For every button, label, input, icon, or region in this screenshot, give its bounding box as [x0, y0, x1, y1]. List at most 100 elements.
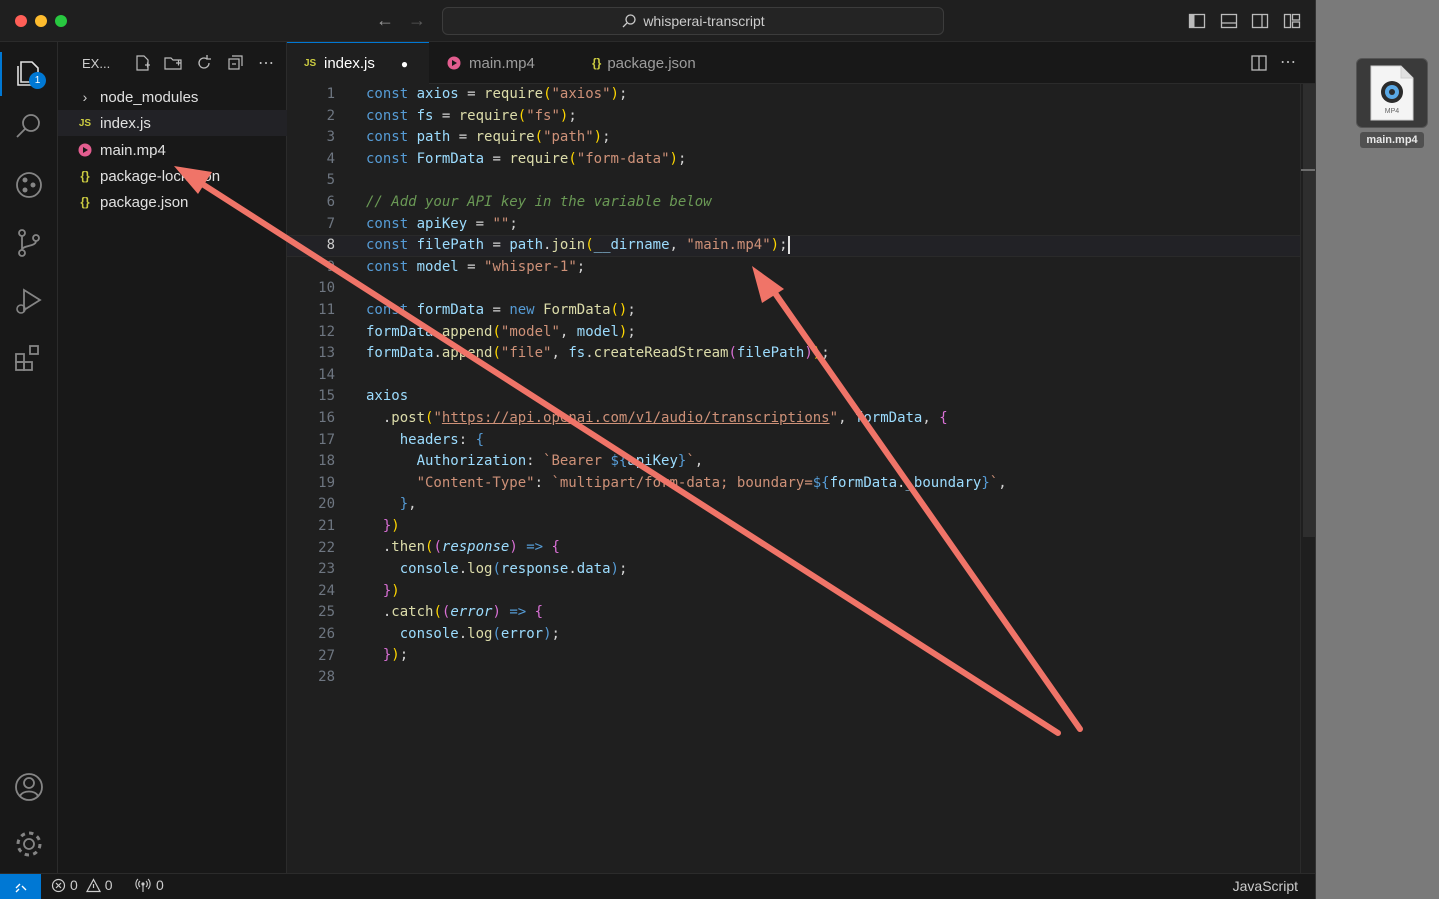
more-actions-icon[interactable]: ⋯	[258, 53, 275, 73]
line-number: 22	[318, 539, 335, 556]
collapse-all-icon[interactable]	[225, 53, 245, 73]
scrollbar-thumb[interactable]	[1303, 84, 1315, 537]
tab-label: index.js	[324, 55, 375, 72]
tree-item-package-json[interactable]: {} package.json	[58, 189, 287, 215]
modified-dot-icon[interactable]: ●	[401, 57, 408, 71]
tree-item-package-lock-json[interactable]: {} package-lock.json	[58, 163, 287, 189]
new-folder-icon[interactable]	[163, 53, 183, 73]
explorer-title: EX...	[82, 55, 111, 71]
search-icon	[622, 14, 636, 28]
line-number: 13	[318, 345, 335, 362]
line-number: 1	[326, 86, 335, 102]
code-lines[interactable]: const axios = require("axios"); const fs…	[366, 84, 1007, 667]
more-actions-icon[interactable]: ⋯	[1280, 52, 1296, 72]
search-icon[interactable]	[12, 110, 46, 144]
line-number: 28	[318, 669, 335, 686]
line-number: 21	[318, 518, 335, 534]
video-file-icon	[74, 143, 96, 157]
line-number: 2	[326, 107, 335, 124]
line-number: 25	[318, 604, 335, 621]
broadcast-icon	[135, 878, 151, 892]
error-icon	[51, 878, 66, 892]
chevron-right-icon: ›	[82, 89, 88, 105]
new-file-icon[interactable]	[132, 53, 152, 73]
settings-gear-icon[interactable]	[12, 827, 46, 861]
line-number: 23	[318, 561, 335, 578]
file-name-label: main.mp4	[1360, 132, 1424, 148]
line-number: 7	[326, 215, 335, 232]
tree-item-label: index.js	[100, 114, 151, 132]
video-file-icon	[447, 56, 461, 70]
line-number: 5	[326, 172, 335, 189]
line-number: 18	[318, 453, 335, 470]
json-file-icon: {}	[80, 195, 90, 209]
line-number: 10	[318, 280, 335, 297]
active-indicator	[0, 52, 2, 96]
explorer-badge: 1	[29, 72, 46, 89]
minimize-window-button[interactable]	[35, 15, 47, 27]
tree-item-label: package-lock.json	[100, 167, 221, 185]
js-file-icon: JS	[78, 117, 92, 129]
command-center-search[interactable]: whisperai-transcript	[442, 7, 944, 35]
line-number: 3	[326, 129, 335, 146]
language-mode[interactable]: JavaScript	[1233, 878, 1298, 894]
activity-bar: 1	[0, 42, 58, 873]
workspace-title: whisperai-transcript	[643, 13, 765, 29]
toggle-panel-icon[interactable]	[1220, 12, 1238, 30]
explorer-sidebar: EX... ⋯ › node_modules JS index.js main.…	[58, 42, 287, 873]
line-number: 19	[318, 474, 335, 491]
accounts-icon[interactable]	[12, 770, 46, 804]
timeline-icon[interactable]	[12, 168, 46, 202]
ports-indicator[interactable]: 0	[135, 877, 164, 893]
tab-index-js[interactable]: JS index.js ●	[287, 42, 429, 84]
source-control-icon[interactable]	[12, 226, 46, 260]
remote-icon	[15, 883, 26, 893]
remote-indicator-button[interactable]	[0, 874, 41, 899]
extensions-icon[interactable]	[12, 342, 46, 376]
line-number: 26	[318, 626, 335, 642]
line-number: 20	[318, 496, 335, 513]
desktop-file-main-mp4[interactable]: MP4 main.mp4	[1356, 58, 1428, 148]
forward-arrow-icon[interactable]: →	[408, 10, 426, 31]
js-file-icon: JS	[304, 58, 317, 69]
ports-count: 0	[156, 877, 164, 893]
tree-item-node-modules[interactable]: › node_modules	[58, 84, 287, 110]
line-number: 24	[318, 582, 335, 599]
json-file-icon: {}	[592, 56, 602, 70]
tab-label: package.json	[607, 54, 696, 72]
vscode-window: ← → whisperai-transcript 1 EX... ⋯ › nod…	[0, 0, 1316, 899]
problems-indicator[interactable]: 0 0	[51, 877, 113, 893]
tree-item-label: main.mp4	[100, 141, 166, 159]
refresh-icon[interactable]	[194, 53, 214, 73]
editor-tabs: JS index.js ● main.mp4 {} package.json ⋯	[287, 42, 1315, 84]
json-file-icon: {}	[80, 169, 90, 183]
tree-item-index-js[interactable]: JS index.js	[58, 110, 287, 136]
status-bar: 0 0 0 JavaScript	[0, 873, 1315, 899]
code-comment: // Add your API key in the variable belo…	[366, 193, 712, 210]
line-number: 6	[326, 194, 335, 210]
toggle-primary-sidebar-icon[interactable]	[1188, 12, 1206, 30]
tree-item-label: package.json	[100, 193, 189, 211]
api-url-link[interactable]: https://api.openai.com/v1/audio/transcri…	[442, 410, 830, 426]
tab-main-mp4[interactable]: main.mp4	[429, 42, 574, 84]
code-editor[interactable]: 1 2 3 4 5 6 7 8 9 10 11 12 13 14 15 16 17 18 19 20 21 22 23 24 2…	[287, 84, 1315, 873]
tree-item-main-mp4[interactable]: main.mp4	[58, 137, 287, 163]
back-arrow-icon[interactable]: ←	[376, 10, 394, 31]
line-number: 16	[318, 410, 335, 426]
tab-package-json[interactable]: {} package.json	[574, 42, 734, 84]
toggle-secondary-sidebar-icon[interactable]	[1251, 12, 1269, 30]
vertical-scrollbar[interactable]	[1300, 84, 1315, 873]
explorer-header: EX... ⋯	[58, 42, 287, 84]
line-number: 11	[318, 302, 335, 318]
close-window-button[interactable]	[15, 15, 27, 27]
customize-layout-icon[interactable]	[1283, 12, 1301, 30]
tab-label: main.mp4	[469, 54, 535, 72]
line-number: 27	[318, 647, 335, 664]
line-number: 15	[318, 388, 335, 405]
line-number: 17	[318, 431, 335, 448]
text-cursor	[787, 236, 790, 255]
run-and-debug-icon[interactable]	[12, 284, 46, 318]
split-editor-icon[interactable]	[1250, 54, 1268, 72]
zoom-window-button[interactable]	[55, 15, 67, 27]
line-number: 14	[318, 366, 335, 383]
